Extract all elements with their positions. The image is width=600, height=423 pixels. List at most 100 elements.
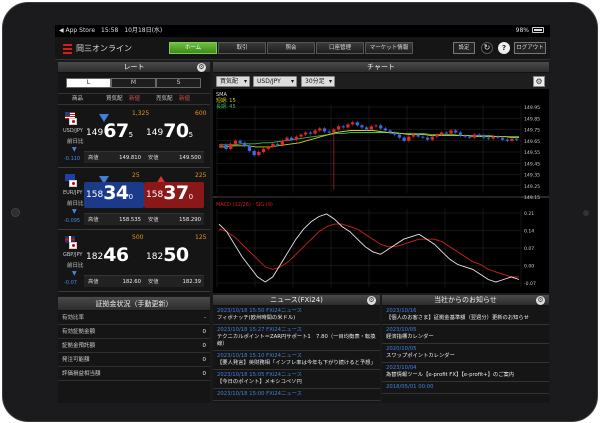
tab-market-info[interactable]: マーケット情報 (365, 42, 413, 54)
margin-panel-header[interactable]: 証拠金状況（手動更新） (58, 297, 210, 311)
candle (430, 136, 434, 140)
rate-row[interactable]: USD/JPY 前日比 ▼ -0.110 1,325 600 149675 14… (58, 106, 210, 168)
price-tick-label: 149.15 (524, 195, 540, 201)
ask-new-value: 600 (195, 110, 207, 117)
candle (271, 143, 275, 147)
notice-item[interactable]: 2018/05/01 00:00 (382, 382, 549, 394)
candle (224, 144, 228, 149)
prev-label: 前日比 (67, 139, 84, 145)
candle (365, 127, 369, 130)
candle (440, 132, 444, 135)
pair-name: EUR/JPY (63, 190, 83, 196)
notice-item[interactable]: 2020/10/05 スワップポイントカレンダー (382, 344, 549, 363)
candle (304, 132, 308, 135)
size-m-button[interactable]: M (111, 78, 156, 88)
camera-icon (11, 208, 20, 217)
candle (472, 134, 477, 138)
bid-new-value: 1,325 (132, 110, 150, 117)
low-value: 安値 158.290 (144, 213, 204, 225)
ask-price[interactable]: 149705 (146, 120, 193, 142)
eu-flag-icon (65, 174, 77, 188)
chart-panel-header: チャート (213, 62, 549, 73)
tab-home[interactable]: ホーム (169, 42, 217, 54)
notice-item[interactable]: 2023/10/04 為替情報ツール【e-profit FX】【e-profit+… (382, 363, 549, 382)
rate-panel: レート ⚙ L M S 商品 買気配 新値 売気配 新値 USD/JPY 前日比… (58, 62, 210, 296)
news-item[interactable]: 2023/10/18 15:50 FXi24ニュース フィボナッチ(欧州時間の米ド… (213, 306, 380, 325)
tab-inquiry[interactable]: 照会 (267, 42, 315, 54)
candle (229, 143, 233, 149)
size-s-button[interactable]: S (156, 78, 201, 88)
price-tick-label: 149.95 (524, 105, 540, 111)
news-gear-icon[interactable]: ⚙ (367, 296, 376, 305)
price-tick-label: 149.85 (524, 116, 540, 122)
prev-change: -0.110 (64, 156, 81, 162)
candle (327, 131, 331, 133)
ask-new-value: 225 (195, 172, 207, 179)
us-flag-icon (65, 112, 77, 126)
battery-icon (532, 27, 544, 33)
side-select[interactable]: 買気配 (216, 76, 250, 87)
candle (402, 137, 406, 141)
down-arrow-icon: ▼ (72, 146, 77, 153)
rate-row[interactable]: GBP/JPY 前日比 ▼ -0.07 500 125 18246 18250 … (58, 230, 210, 292)
news-item[interactable]: 2023/10/18 15:27 FXi24ニュース テクニカルポイント＝ZAR円… (213, 325, 380, 351)
candle (388, 130, 392, 133)
notice-title: 当社からのお知らせ (434, 296, 497, 304)
prev-change: -0.095 (64, 218, 81, 224)
bid-price[interactable]: 158340 (86, 182, 133, 204)
news-item[interactable]: 2023/10/18 15:05 FXi24ニュース 【今日のポイント】メキシコペ… (213, 370, 380, 389)
candle (379, 125, 383, 129)
ask-new-value: 125 (195, 234, 207, 241)
tab-trade[interactable]: 取引 (218, 42, 266, 54)
ask-price[interactable]: 18250 (146, 244, 189, 266)
rate-panel-header: レート ⚙ (58, 62, 210, 73)
app-header: 岡三オンライン ホーム 取引 照会 口座管理 マーケット情報 設定 ↻ ? ログ… (55, 37, 550, 60)
candle (454, 130, 458, 133)
candle (332, 129, 336, 133)
settings-button[interactable]: 設定 (453, 42, 475, 54)
news-panel: ニュース(FXi24) ⚙ 2023/10/18 15:50 FXi24ニュース… (213, 295, 380, 403)
news-item[interactable]: 2023/10/18 15:10 FXi24ニュース 【要人発言】英財務相「インフ… (213, 351, 380, 370)
candle (257, 152, 261, 156)
tab-account[interactable]: 口座管理 (316, 42, 364, 54)
margin-row: 証拠金預託額 0 (58, 339, 210, 353)
notice-item[interactable]: 2023/10/16 【個人のお客さま】証拠金基準額（翌週分）更新のお知らせ (382, 306, 549, 325)
ask-price[interactable]: 158370 (146, 182, 193, 204)
pair-select[interactable]: USD/JPY (253, 76, 297, 87)
down-arrow-icon: ▼ (72, 208, 77, 215)
help-icon[interactable]: ? (498, 42, 510, 54)
news-panel-header: ニュース(FXi24) ⚙ (213, 295, 380, 306)
notice-item[interactable]: 2023/10/05 経済指標カレンダー (382, 325, 549, 344)
candle (318, 128, 322, 131)
price-tick-label: 149.45 (524, 161, 540, 167)
prev-label: 前日比 (67, 201, 84, 207)
candle (411, 134, 416, 137)
price-tick-label: 149.25 (524, 184, 540, 190)
candlestick-chart[interactable]: 149.95 149.85 149.75 149.65 149.55 149.45 149.… (213, 89, 549, 293)
notice-gear-icon[interactable]: ⚙ (536, 296, 545, 305)
refresh-icon[interactable]: ↻ (481, 42, 493, 54)
bid-price[interactable]: 18246 (86, 244, 129, 266)
news-item[interactable]: 2023/10/18 15:00 FXi24ニュース (213, 389, 380, 401)
candle (238, 140, 242, 143)
prev-change: -0.07 (64, 280, 77, 286)
candle (369, 126, 373, 130)
candle (313, 130, 317, 134)
status-carrier[interactable]: ◀ App Store (59, 27, 95, 34)
price-tick-label: 149.65 (524, 139, 540, 145)
high-value: 高値 182.60 (84, 275, 144, 287)
chart-gear-icon[interactable]: ⚙ (533, 76, 545, 87)
candle (336, 126, 341, 130)
candle (360, 125, 364, 128)
rate-row[interactable]: EUR/JPY 前日比 ▼ -0.095 25 225 158340 15837… (58, 168, 210, 230)
battery-percent: 98% (515, 27, 529, 34)
logout-button[interactable]: ログアウト (514, 42, 546, 54)
status-date: 10月18日(水) (124, 27, 163, 34)
size-l-button[interactable]: L (66, 78, 111, 88)
rate-gear-icon[interactable]: ⚙ (197, 63, 206, 72)
candle (510, 138, 514, 141)
macd-label: MACD (12/26) · SIG (9) (216, 202, 273, 208)
period-select[interactable]: 30分足 (301, 76, 335, 87)
bid-price[interactable]: 149675 (86, 120, 133, 142)
margin-panel: 証拠金状況（手動更新） 有効比率 - 有効証拠金額 0 証拠金預託額 0 発注可能額 0… (58, 297, 210, 403)
